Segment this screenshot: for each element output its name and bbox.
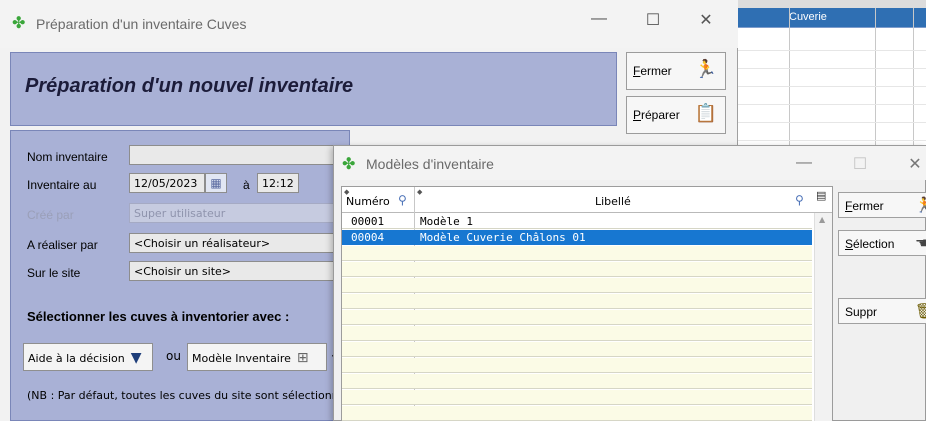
preparer-button[interactable]: Préparer 📋	[626, 96, 726, 134]
realiser-par-select[interactable]: <Choisir un réalisateur>	[129, 233, 351, 253]
empty-row	[342, 262, 812, 277]
selection-label: Sélection	[845, 237, 895, 251]
dialog-fermer-label: Fermer	[845, 199, 884, 213]
empty-row	[342, 326, 812, 341]
empty-row	[342, 294, 812, 309]
column-header-libelle[interactable]: ◆ Libellé ⚲	[415, 187, 813, 213]
sort-icon: ◆	[417, 188, 423, 196]
grid-line	[733, 68, 926, 69]
table-row[interactable]: 00001 Modèle 1	[342, 214, 812, 229]
time-input[interactable]: 12:12	[257, 173, 299, 193]
fermer-button[interactable]: Fermer 🏃	[626, 52, 726, 90]
modele-inventaire-label: Modèle Inventaire	[192, 352, 291, 365]
exit-runner-icon: 🏃	[915, 197, 926, 214]
calendar-icon[interactable]: ▦	[205, 173, 227, 193]
dialog-close-button[interactable]: ✕	[900, 154, 926, 174]
nom-inventaire-label: Nom inventaire	[27, 150, 108, 164]
cuverie-grid-header: Cuverie	[733, 8, 926, 28]
exit-runner-icon: 🏃	[694, 59, 717, 79]
grid-line	[733, 122, 926, 123]
cree-par-label: Créé par	[27, 208, 74, 222]
empty-row	[342, 358, 812, 373]
nom-inventaire-input[interactable]	[129, 145, 351, 165]
empty-row	[342, 278, 812, 293]
trash-icon: 🗑	[915, 303, 926, 320]
table-row-selected[interactable]: 00004 Modèle Cuverie Châlons 01	[342, 230, 812, 245]
funnel-icon: ▼	[130, 350, 142, 366]
maximize-button[interactable]: ☐	[638, 10, 668, 30]
aide-decision-label: Aide à la décision	[28, 352, 125, 365]
column-header-numero[interactable]: ◆ Numéro ⚲	[342, 187, 414, 213]
dialog-titlebar[interactable]: ✤ Modèles d'inventaire — ☐ ✕	[334, 146, 926, 180]
template-icon: ⊞	[296, 350, 309, 366]
window-title: Préparation d'un inventaire Cuves	[36, 16, 247, 32]
suppr-button[interactable]: Suppr 🗑	[838, 298, 926, 324]
dialog-fermer-button[interactable]: Fermer 🏃	[838, 192, 926, 218]
close-button[interactable]: ✕	[691, 10, 721, 30]
suppr-label: Suppr	[845, 305, 878, 319]
pointer-hand-icon: ☚	[915, 235, 926, 252]
dialog-title: Modèles d'inventaire	[366, 156, 494, 172]
empty-row	[342, 342, 812, 357]
dialog-minimize-button[interactable]: —	[789, 154, 819, 172]
form-panel: Nom inventaire Inventaire au 12/05/2023 …	[10, 130, 351, 421]
nb-text: (NB : Par défaut, toutes les cuves du si…	[27, 389, 339, 402]
leaf-icon: ✤	[12, 13, 26, 32]
grid-line	[733, 86, 926, 87]
page-title: Préparation d'un nouvel inventaire	[25, 75, 354, 97]
realiser-par-label: A réaliser par	[27, 238, 98, 252]
scroll-up-icon[interactable]: ▲	[819, 215, 825, 224]
dialog-maximize-button: ☐	[852, 156, 868, 173]
sur-le-site-label: Sur le site	[27, 266, 81, 280]
fermer-button-label: Fermer	[633, 64, 672, 78]
a-label: à	[243, 178, 250, 192]
column-menu-icon[interactable]: ▤	[816, 189, 826, 202]
preparer-button-label: Préparer	[633, 108, 680, 122]
clipboard-icon: 📋	[694, 103, 717, 123]
background-cuverie-grid: Cuverie	[732, 8, 926, 148]
inventaire-au-label: Inventaire au	[27, 178, 97, 192]
aide-decision-button[interactable]: Aide à la décision ▼	[23, 343, 153, 371]
grid-line	[913, 8, 914, 148]
search-icon[interactable]: ⚲	[398, 193, 407, 207]
search-icon[interactable]: ⚲	[795, 193, 804, 207]
modele-inventaire-button[interactable]: Modèle Inventaire ⊞	[187, 343, 327, 371]
grid-line	[789, 8, 790, 148]
grid-line	[733, 140, 926, 141]
grid-line	[875, 8, 876, 148]
table-header: ◆ Numéro ⚲ ◆ Libellé ⚲ ▤	[342, 187, 832, 213]
main-titlebar[interactable]: ✤ Préparation d'un inventaire Cuves — ☐ …	[0, 0, 738, 48]
empty-row	[342, 246, 812, 261]
ou-text: ou	[166, 349, 181, 363]
empty-row	[342, 374, 812, 389]
cree-par-input: Super utilisateur	[129, 203, 351, 223]
minimize-button[interactable]: —	[584, 10, 614, 28]
grid-line	[733, 104, 926, 105]
sur-le-site-select[interactable]: <Choisir un site>	[129, 261, 351, 281]
empty-row	[342, 406, 812, 421]
date-input[interactable]: 12/05/2023	[129, 173, 205, 193]
table-scrollbar[interactable]: ▲	[814, 213, 832, 421]
leaf-icon: ✤	[342, 154, 356, 173]
cuverie-column-title: Cuverie	[789, 11, 827, 23]
selection-button[interactable]: Sélection ☚	[838, 230, 926, 256]
section-title: Sélectionner les cuves à inventorier ave…	[27, 309, 290, 324]
empty-row	[342, 390, 812, 405]
grid-line	[733, 50, 926, 51]
modeles-table: ◆ Numéro ⚲ ◆ Libellé ⚲ ▤ 00001 Modèle 1 …	[341, 186, 833, 421]
empty-row	[342, 310, 812, 325]
modeles-inventaire-dialog: ✤ Modèles d'inventaire — ☐ ✕ ◆ Numéro ⚲ …	[333, 145, 926, 421]
header-panel: Préparation d'un nouvel inventaire	[10, 52, 617, 126]
